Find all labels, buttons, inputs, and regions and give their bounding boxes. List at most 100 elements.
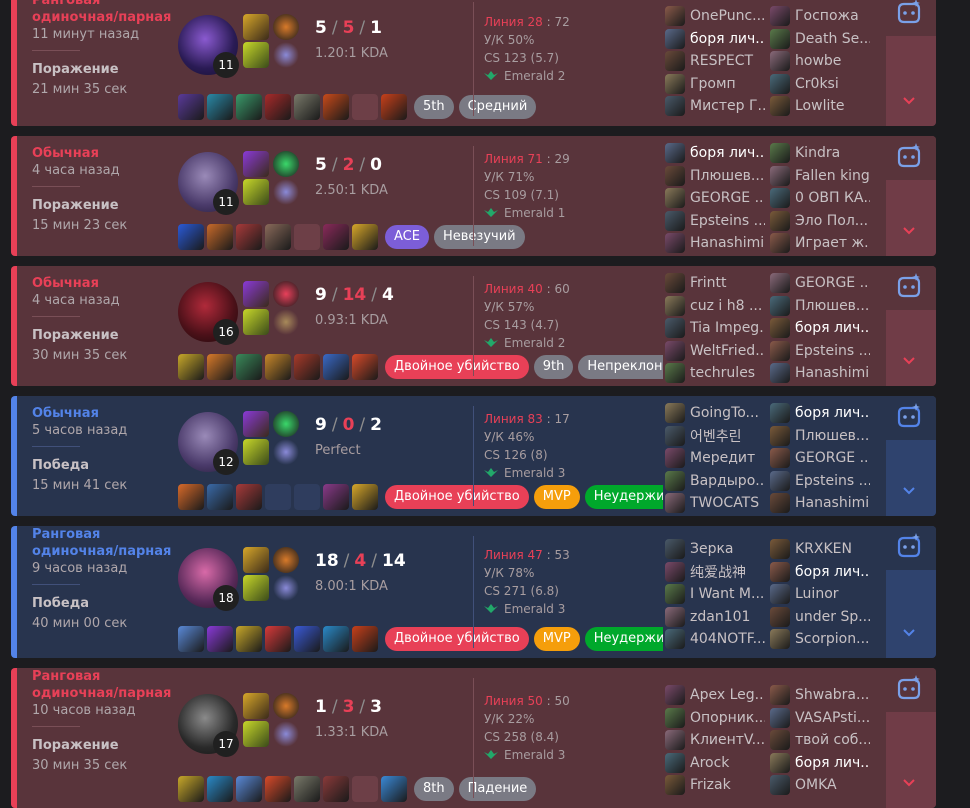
item-icon[interactable] — [178, 626, 204, 652]
player-name[interactable]: Shwabra... — [795, 687, 869, 703]
player-entry[interactable]: Epsteins ... — [770, 470, 870, 491]
secondary-rune-icon[interactable] — [273, 179, 299, 205]
player-name[interactable]: Death Se... — [795, 31, 870, 47]
match-card[interactable]: Обычная 4 часа назад Поражение 15 мин 23… — [11, 136, 936, 256]
item-icon[interactable] — [323, 626, 349, 652]
keystone-rune-icon[interactable] — [273, 547, 299, 573]
match-card[interactable]: Ранговая одиночная/парная 9 часов назад … — [11, 526, 936, 658]
player-name[interactable]: Fallen king — [795, 168, 870, 184]
keystone-rune-icon[interactable] — [273, 14, 299, 40]
player-name[interactable]: Играет ж... — [795, 235, 870, 251]
player-entry[interactable]: боря лич... — [665, 143, 765, 163]
item-icon[interactable] — [294, 626, 320, 652]
item-icon[interactable] — [323, 776, 349, 802]
player-entry[interactable]: RESPECT — [665, 51, 765, 71]
player-entry[interactable]: Плюшев... — [770, 425, 870, 446]
player-name[interactable]: боря лич... — [690, 31, 765, 47]
player-name[interactable]: I Want M... — [690, 586, 764, 602]
player-entry[interactable]: Hanashimi — [770, 363, 870, 383]
item-icon[interactable] — [265, 776, 291, 802]
player-name[interactable]: Госпожа — [795, 8, 859, 24]
item-icon[interactable] — [323, 484, 349, 510]
player-name[interactable]: howbe — [795, 53, 841, 69]
player-entry[interactable]: Мередит — [665, 448, 765, 468]
summoner-spell-icon[interactable] — [243, 439, 269, 465]
player-name[interactable]: Hanashimi — [795, 365, 869, 381]
player-entry[interactable]: Зерка — [665, 539, 765, 559]
player-entry[interactable]: 纯爱战神 — [665, 561, 765, 582]
player-name[interactable]: КлиентV... — [690, 732, 765, 748]
player-entry[interactable]: Опорник... — [665, 707, 765, 728]
player-entry[interactable]: GoingTo... — [665, 403, 765, 423]
player-name[interactable]: боря лич... — [795, 405, 870, 421]
item-icon[interactable] — [236, 484, 262, 510]
player-name[interactable]: 0 ОВП КА... — [795, 190, 870, 206]
ai-analysis-button[interactable] — [886, 136, 936, 180]
item-icon[interactable] — [265, 224, 291, 250]
player-entry[interactable]: Вардыро... — [665, 470, 765, 491]
player-entry[interactable]: Frizak — [665, 775, 765, 795]
player-entry[interactable]: cuz i h8 ... — [665, 295, 765, 316]
player-name[interactable]: zdan101 — [690, 609, 750, 625]
player-entry[interactable]: Cr0ksi — [770, 73, 870, 94]
player-entry[interactable]: боря лич... — [770, 403, 870, 423]
player-name[interactable]: боря лич... — [795, 320, 870, 336]
player-entry[interactable]: Эло Пол... — [770, 210, 870, 231]
keystone-rune-icon[interactable] — [273, 281, 299, 307]
ai-analysis-button[interactable] — [886, 266, 936, 310]
summoner-spell-icon[interactable] — [243, 42, 269, 68]
player-name[interactable]: Tia Impeg... — [690, 320, 765, 336]
item-icon[interactable] — [178, 224, 204, 250]
item-icon[interactable] — [178, 776, 204, 802]
player-entry[interactable]: Hanashimi — [770, 493, 870, 513]
player-name[interactable]: WeltFried... — [690, 343, 765, 359]
player-entry[interactable]: Плюшев... — [665, 165, 765, 186]
chevron-down-icon[interactable] — [903, 484, 915, 496]
player-name[interactable]: 어벤추린 — [690, 426, 742, 446]
ai-analysis-button[interactable] — [886, 668, 936, 712]
player-name[interactable]: GoingTo... — [690, 405, 759, 421]
player-name[interactable]: OMKA — [795, 777, 837, 793]
item-icon[interactable] — [352, 626, 378, 652]
player-name[interactable]: Hanashimi — [795, 495, 869, 511]
item-icon[interactable] — [207, 484, 233, 510]
player-entry[interactable]: 0 ОВП КА... — [770, 188, 870, 208]
player-name[interactable]: GEORGE ... — [795, 275, 870, 291]
player-name[interactable]: techrules — [690, 365, 755, 381]
player-name[interactable]: Плюшев... — [795, 428, 869, 444]
player-name[interactable]: Опорник... — [690, 710, 765, 726]
item-icon[interactable] — [265, 354, 291, 380]
player-entry[interactable]: твой соб... — [770, 730, 870, 750]
item-icon[interactable] — [294, 354, 320, 380]
player-entry[interactable]: Играет ж... — [770, 233, 870, 253]
item-icon[interactable] — [323, 224, 349, 250]
item-icon[interactable] — [236, 354, 262, 380]
player-name[interactable]: Epsteins ... — [795, 343, 870, 359]
match-card[interactable]: Обычная 5 часов назад Победа 15 мин 41 с… — [11, 396, 936, 516]
player-entry[interactable]: Kindra — [770, 143, 870, 163]
player-entry[interactable]: under Sp... — [770, 606, 870, 627]
player-entry[interactable]: боря лич... — [770, 318, 870, 338]
item-icon[interactable] — [352, 484, 378, 510]
player-entry[interactable]: WeltFried... — [665, 340, 765, 361]
player-entry[interactable]: techrules — [665, 363, 765, 383]
chevron-down-icon[interactable] — [903, 776, 915, 788]
expand-panel[interactable] — [886, 266, 936, 386]
item-icon[interactable] — [178, 484, 204, 510]
player-name[interactable]: Мередит — [690, 450, 755, 466]
ai-analysis-button[interactable] — [886, 0, 936, 36]
player-name[interactable]: RESPECT — [690, 53, 753, 69]
secondary-rune-icon[interactable] — [273, 309, 299, 335]
player-entry[interactable]: howbe — [770, 51, 870, 71]
summoner-spell-icon[interactable] — [243, 547, 269, 573]
chevron-down-icon[interactable] — [903, 354, 915, 366]
summoner-spell-icon[interactable] — [243, 411, 269, 437]
expand-panel[interactable] — [886, 396, 936, 516]
player-entry[interactable]: Fallen king — [770, 165, 870, 186]
player-name[interactable]: Cr0ksi — [795, 76, 839, 92]
player-name[interactable]: cuz i h8 ... — [690, 298, 762, 314]
item-icon[interactable] — [207, 776, 233, 802]
summoner-spell-icon[interactable] — [243, 575, 269, 601]
player-entry[interactable]: OMKA — [770, 775, 870, 795]
player-name[interactable]: VASAPsti... — [795, 710, 870, 726]
